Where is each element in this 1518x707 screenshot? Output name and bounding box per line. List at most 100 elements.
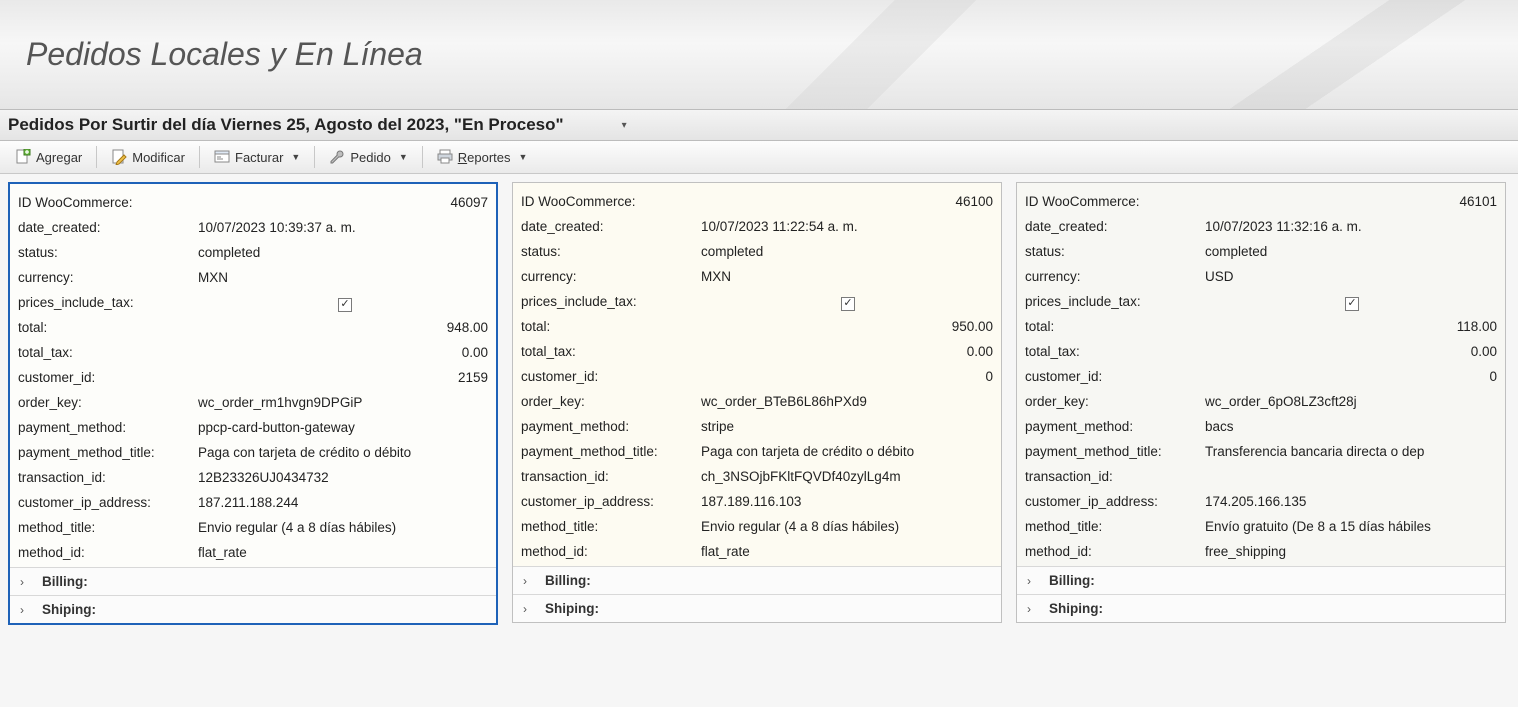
field-row: total_tax: 0.00	[1025, 339, 1497, 364]
billing-expander-label: Billing:	[42, 574, 88, 589]
toolbar-separator	[96, 146, 97, 168]
billing-expander-label: Billing:	[1049, 573, 1095, 588]
header-banner: Pedidos Locales y En Línea	[0, 0, 1518, 110]
field-value-total: 948.00	[198, 315, 488, 340]
field-value-status: completed	[1205, 239, 1497, 264]
billing-expander[interactable]: › Billing:	[10, 567, 496, 595]
field-row: date_created: 10/07/2023 11:22:54 a. m.	[521, 214, 993, 239]
field-label-method_id: method_id:	[18, 540, 198, 565]
new-doc-icon	[15, 149, 31, 165]
chevron-down-icon: ▼	[291, 152, 300, 162]
field-row: method_title: Envío gratuito (De 8 a 15 …	[1025, 514, 1497, 539]
field-label-total: total:	[18, 315, 198, 340]
reportes-button[interactable]: Reportes ▼	[428, 144, 537, 170]
modificar-button[interactable]: Modificar	[102, 144, 194, 170]
field-label-transaction_id: transaction_id:	[521, 464, 701, 489]
field-label-payment_method_title: payment_method_title:	[18, 440, 198, 465]
field-label-method_id: method_id:	[521, 539, 701, 564]
facturar-button[interactable]: Facturar ▼	[205, 144, 309, 170]
field-value-order_key: wc_order_6pO8LZ3cft28j	[1205, 389, 1497, 414]
checkbox-icon[interactable]: ✓	[841, 297, 855, 311]
field-row: method_id: flat_rate	[521, 539, 993, 564]
agregar-button[interactable]: Agregar	[6, 144, 91, 170]
toolbar: Agregar Modificar Facturar ▼ Pedido ▼ Re…	[0, 141, 1518, 174]
field-value-method_id: free_shipping	[1205, 539, 1497, 564]
field-row: payment_method_title: Transferencia banc…	[1025, 439, 1497, 464]
field-row: total_tax: 0.00	[521, 339, 993, 364]
shipping-expander[interactable]: › Shiping:	[513, 594, 1001, 622]
field-label-customer_ip_address: customer_ip_address:	[18, 490, 198, 515]
field-value-id_woo: 46101	[1205, 189, 1497, 214]
chevron-right-icon: ›	[523, 574, 535, 588]
field-value-total_tax: 0.00	[1205, 339, 1497, 364]
field-label-total: total:	[1025, 314, 1205, 339]
field-row: order_key: wc_order_BTeB6L86hPXd9	[521, 389, 993, 414]
field-row: payment_method: bacs	[1025, 414, 1497, 439]
order-card[interactable]: ID WooCommerce: 46100 date_created: 10/0…	[512, 182, 1002, 623]
chevron-down-icon: ▼	[519, 152, 528, 162]
field-value-status: completed	[701, 239, 993, 264]
field-row: status: completed	[1025, 239, 1497, 264]
shipping-expander-label: Shiping:	[545, 601, 599, 616]
field-value-id_woo: 46100	[701, 189, 993, 214]
field-row: prices_include_tax: ✓	[18, 290, 488, 315]
field-label-currency: currency:	[1025, 264, 1205, 289]
subheader-dropdown-icon[interactable]: ▾	[622, 120, 627, 131]
field-label-status: status:	[1025, 239, 1205, 264]
field-label-customer_ip_address: customer_ip_address:	[1025, 489, 1205, 514]
order-card[interactable]: ID WooCommerce: 46101 date_created: 10/0…	[1016, 182, 1506, 623]
field-value-prices_include_tax: ✓	[701, 289, 993, 314]
field-row: method_id: free_shipping	[1025, 539, 1497, 564]
field-row: customer_id: 0	[1025, 364, 1497, 389]
shipping-expander[interactable]: › Shiping:	[1017, 594, 1505, 622]
field-row: total: 118.00	[1025, 314, 1497, 339]
field-label-payment_method: payment_method:	[18, 415, 198, 440]
field-value-payment_method_title: Paga con tarjeta de crédito o débito	[198, 440, 488, 465]
field-label-id_woo: ID WooCommerce:	[18, 190, 198, 215]
field-label-total_tax: total_tax:	[18, 340, 198, 365]
field-value-payment_method: ppcp-card-button-gateway	[198, 415, 488, 440]
field-value-id_woo: 46097	[198, 190, 488, 215]
field-value-customer_id: 0	[1205, 364, 1497, 389]
field-row: total_tax: 0.00	[18, 340, 488, 365]
field-label-date_created: date_created:	[521, 214, 701, 239]
field-row: customer_id: 2159	[18, 365, 488, 390]
field-value-total: 950.00	[701, 314, 993, 339]
checkbox-icon[interactable]: ✓	[1345, 297, 1359, 311]
checkbox-icon[interactable]: ✓	[338, 298, 352, 312]
toolbar-separator	[422, 146, 423, 168]
field-value-customer_ip_address: 187.211.188.244	[198, 490, 488, 515]
reportes-label: Reportes	[458, 150, 511, 165]
field-row: currency: MXN	[521, 264, 993, 289]
field-value-currency: MXN	[198, 265, 488, 290]
field-value-method_id: flat_rate	[701, 539, 993, 564]
order-card-body: ID WooCommerce: 46100 date_created: 10/0…	[513, 183, 1001, 566]
billing-expander[interactable]: › Billing:	[513, 566, 1001, 594]
field-row: payment_method_title: Paga con tarjeta d…	[18, 440, 488, 465]
toolbar-separator	[314, 146, 315, 168]
field-value-currency: USD	[1205, 264, 1497, 289]
field-label-order_key: order_key:	[1025, 389, 1205, 414]
chevron-right-icon: ›	[20, 575, 32, 589]
field-row: method_title: Envio regular (4 a 8 días …	[18, 515, 488, 540]
chevron-right-icon: ›	[1027, 574, 1039, 588]
pedido-button[interactable]: Pedido ▼	[320, 144, 416, 170]
field-row: customer_ip_address: 187.189.116.103	[521, 489, 993, 514]
field-value-date_created: 10/07/2023 11:22:54 a. m.	[701, 214, 993, 239]
field-value-order_key: wc_order_rm1hvgn9DPGiP	[198, 390, 488, 415]
field-label-method_id: method_id:	[1025, 539, 1205, 564]
field-row: payment_method: stripe	[521, 414, 993, 439]
field-label-status: status:	[18, 240, 198, 265]
field-row: currency: MXN	[18, 265, 488, 290]
field-label-method_title: method_title:	[1025, 514, 1205, 539]
field-label-customer_id: customer_id:	[521, 364, 701, 389]
shipping-expander[interactable]: › Shiping:	[10, 595, 496, 623]
field-row: ID WooCommerce: 46100	[521, 189, 993, 214]
field-label-customer_ip_address: customer_ip_address:	[521, 489, 701, 514]
field-value-method_id: flat_rate	[198, 540, 488, 565]
billing-expander[interactable]: › Billing:	[1017, 566, 1505, 594]
order-card[interactable]: ID WooCommerce: 46097 date_created: 10/0…	[8, 182, 498, 625]
edit-doc-icon	[111, 149, 127, 165]
orders-cards-area: ID WooCommerce: 46097 date_created: 10/0…	[0, 174, 1518, 633]
field-label-payment_method: payment_method:	[521, 414, 701, 439]
